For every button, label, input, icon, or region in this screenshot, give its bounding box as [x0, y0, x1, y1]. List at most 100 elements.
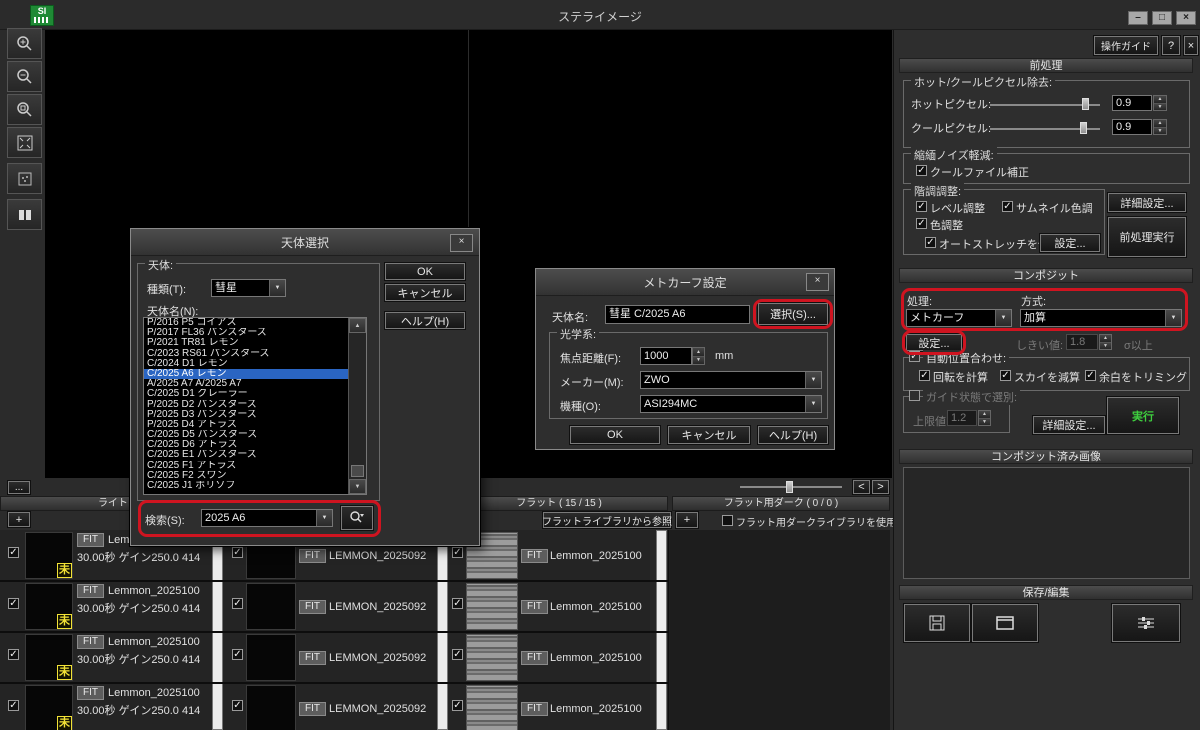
metcalf-close-icon[interactable]: × — [806, 273, 829, 291]
chevron-down-icon[interactable] — [316, 510, 332, 526]
metcalf-ok-button[interactable]: OK — [570, 426, 660, 444]
add-light-button[interactable]: + — [8, 512, 30, 527]
light-list-scrollbar[interactable] — [212, 530, 223, 730]
process-dropdown[interactable]: メトカーフ — [906, 309, 1012, 327]
celestial-list-item[interactable]: C/2025 F1 アトラス — [144, 461, 349, 471]
fit-screen-button[interactable] — [7, 127, 42, 158]
thumbnail-size-slider-thumb[interactable] — [786, 481, 793, 493]
sky-subtract-checkbox[interactable] — [1000, 370, 1011, 381]
model-dropdown[interactable]: ASI294MC — [640, 395, 822, 413]
chevron-down-icon[interactable] — [269, 280, 285, 296]
celestial-list-item[interactable]: P/2017 FL36 パンスターズ — [144, 328, 349, 338]
thumb-tone-checkbox[interactable] — [1002, 201, 1013, 212]
method-dropdown[interactable]: 加算 — [1020, 309, 1182, 327]
celestial-list-item[interactable]: C/2025 D1 グレーラー — [144, 389, 349, 399]
close-button[interactable]: × — [1176, 11, 1196, 25]
dark-row-checkbox[interactable] — [232, 649, 243, 660]
composed-image-list[interactable] — [903, 467, 1190, 579]
cool-file-checkbox[interactable] — [916, 165, 927, 176]
window-titlebar[interactable]: SI ステライメージ – □ × — [0, 0, 1200, 30]
autostretch-checkbox[interactable] — [925, 237, 936, 248]
dark-row-checkbox[interactable] — [232, 598, 243, 609]
panel-help-button[interactable]: ? — [1162, 36, 1180, 55]
chevron-down-icon[interactable] — [995, 310, 1011, 326]
open-window-button[interactable] — [972, 604, 1038, 642]
dark-thumbnail[interactable] — [246, 583, 296, 630]
next-page-button[interactable]: > — [872, 480, 889, 494]
dark-row-checkbox[interactable] — [232, 547, 243, 558]
metcalf-cancel-button[interactable]: キャンセル — [668, 426, 750, 444]
dark-list-scrollbar[interactable] — [437, 530, 448, 730]
celestial-dialog-titlebar[interactable]: 天体選択 — [131, 229, 479, 256]
celestial-list-item[interactable]: A/2025 A7 A/2025 A7 — [144, 379, 349, 389]
celestial-ok-button[interactable]: OK — [385, 263, 465, 280]
celestial-close-icon[interactable]: × — [450, 234, 473, 252]
celestial-cancel-button[interactable]: キャンセル — [385, 284, 465, 301]
flat-library-button[interactable]: フラットライブラリから参照 — [543, 512, 671, 528]
light-row-checkbox[interactable] — [8, 649, 19, 660]
prev-page-button[interactable]: < — [853, 480, 870, 494]
flat-thumbnail[interactable] — [466, 685, 518, 730]
celestial-list-item[interactable]: C/2025 E1 パンスターズ — [144, 450, 349, 460]
zoom-in-button[interactable] — [7, 28, 42, 59]
search-combobox[interactable]: 2025 A6 — [201, 509, 333, 527]
select-target-button[interactable]: 選択(S)... — [758, 303, 828, 325]
scroll-up-icon[interactable]: ▲ — [349, 318, 366, 333]
rotate-checkbox[interactable] — [919, 370, 930, 381]
flatdark-library-checkbox[interactable] — [722, 515, 733, 526]
flat-row-checkbox[interactable] — [452, 598, 463, 609]
light-row-checkbox[interactable] — [8, 700, 19, 711]
flat-row-checkbox[interactable] — [452, 649, 463, 660]
dither-view-button[interactable] — [7, 163, 42, 194]
chevron-down-icon[interactable] — [805, 372, 821, 388]
dark-thumbnail[interactable] — [246, 634, 296, 681]
celestial-list[interactable]: P/2016 P5 コイアス P/2017 FL36 パンスターズ P/2021… — [143, 317, 367, 495]
add-flat-button[interactable]: + — [676, 512, 698, 528]
level-adjust-checkbox[interactable] — [916, 201, 927, 212]
flat-row-checkbox[interactable] — [452, 700, 463, 711]
trim-checkbox[interactable] — [1085, 370, 1096, 381]
flat-thumbnail[interactable] — [466, 634, 518, 681]
target-name-field[interactable]: 彗星 C/2025 A6 — [605, 305, 750, 324]
cool-pixel-slider-thumb[interactable] — [1080, 122, 1087, 134]
cool-pixel-value[interactable]: 0.9 — [1112, 119, 1152, 135]
operation-guide-button[interactable]: 操作ガイド — [1094, 36, 1158, 55]
celestial-list-item[interactable]: C/2025 F2 スワン — [144, 471, 349, 481]
flat-list-scrollbar[interactable] — [656, 530, 667, 730]
celestial-list-item[interactable]: P/2025 D2 パンスターズ — [144, 400, 349, 410]
celestial-list-item[interactable]: P/2021 TR81 レモン — [144, 338, 349, 348]
dark-row-checkbox[interactable] — [232, 700, 243, 711]
dark-thumbnail[interactable] — [246, 685, 296, 730]
minimize-button[interactable]: – — [1128, 11, 1148, 25]
celestial-list-scrollbar[interactable]: ▲ ▼ — [348, 318, 366, 494]
metcalf-dialog-titlebar[interactable]: メトカーフ設定 — [536, 269, 834, 296]
celestial-list-item-selected[interactable]: C/2025 A6 レモン — [144, 369, 349, 379]
focal-length-spinner[interactable]: ▲▼ — [692, 347, 705, 365]
hot-pixel-value[interactable]: 0.9 — [1112, 95, 1152, 111]
focal-length-field[interactable]: 1000 — [640, 347, 692, 365]
panel-close-button[interactable]: × — [1184, 36, 1198, 55]
celestial-list-item[interactable]: C/2023 RS61 パンスターズ — [144, 349, 349, 359]
type-dropdown[interactable]: 彗星 — [211, 279, 286, 297]
batch-process-button[interactable] — [1112, 604, 1180, 642]
metcalf-help-button[interactable]: ヘルプ(H) — [758, 426, 828, 444]
composite-detail-button[interactable]: 詳細設定... — [1033, 416, 1105, 434]
preprocess-run-button[interactable]: 前処理実行 — [1108, 217, 1186, 257]
auto-align-checkbox[interactable] — [909, 351, 920, 362]
hot-pixel-slider-thumb[interactable] — [1082, 98, 1089, 110]
flat-row-checkbox[interactable] — [452, 547, 463, 558]
celestial-list-item[interactable]: C/2025 D6 アトラス — [144, 440, 349, 450]
scroll-down-icon[interactable]: ▼ — [349, 479, 366, 494]
celestial-list-item[interactable]: C/2025 J1 ボリソフ — [144, 481, 349, 491]
zoom-out-button[interactable] — [7, 61, 42, 92]
maximize-button[interactable]: □ — [1152, 11, 1172, 25]
guide-select-checkbox[interactable] — [909, 390, 920, 401]
chevron-down-icon[interactable] — [805, 396, 821, 412]
preprocess-detail-button[interactable]: 詳細設定... — [1108, 193, 1186, 212]
search-button[interactable] — [341, 506, 373, 530]
composite-settings-button[interactable]: 設定... — [906, 334, 962, 351]
hot-pixel-spinner[interactable]: ▲▼ — [1153, 95, 1167, 111]
celestial-list-item[interactable]: C/2024 D1 レモン — [144, 359, 349, 369]
color-adjust-checkbox[interactable] — [916, 218, 927, 229]
compare-view-button[interactable] — [7, 199, 42, 230]
